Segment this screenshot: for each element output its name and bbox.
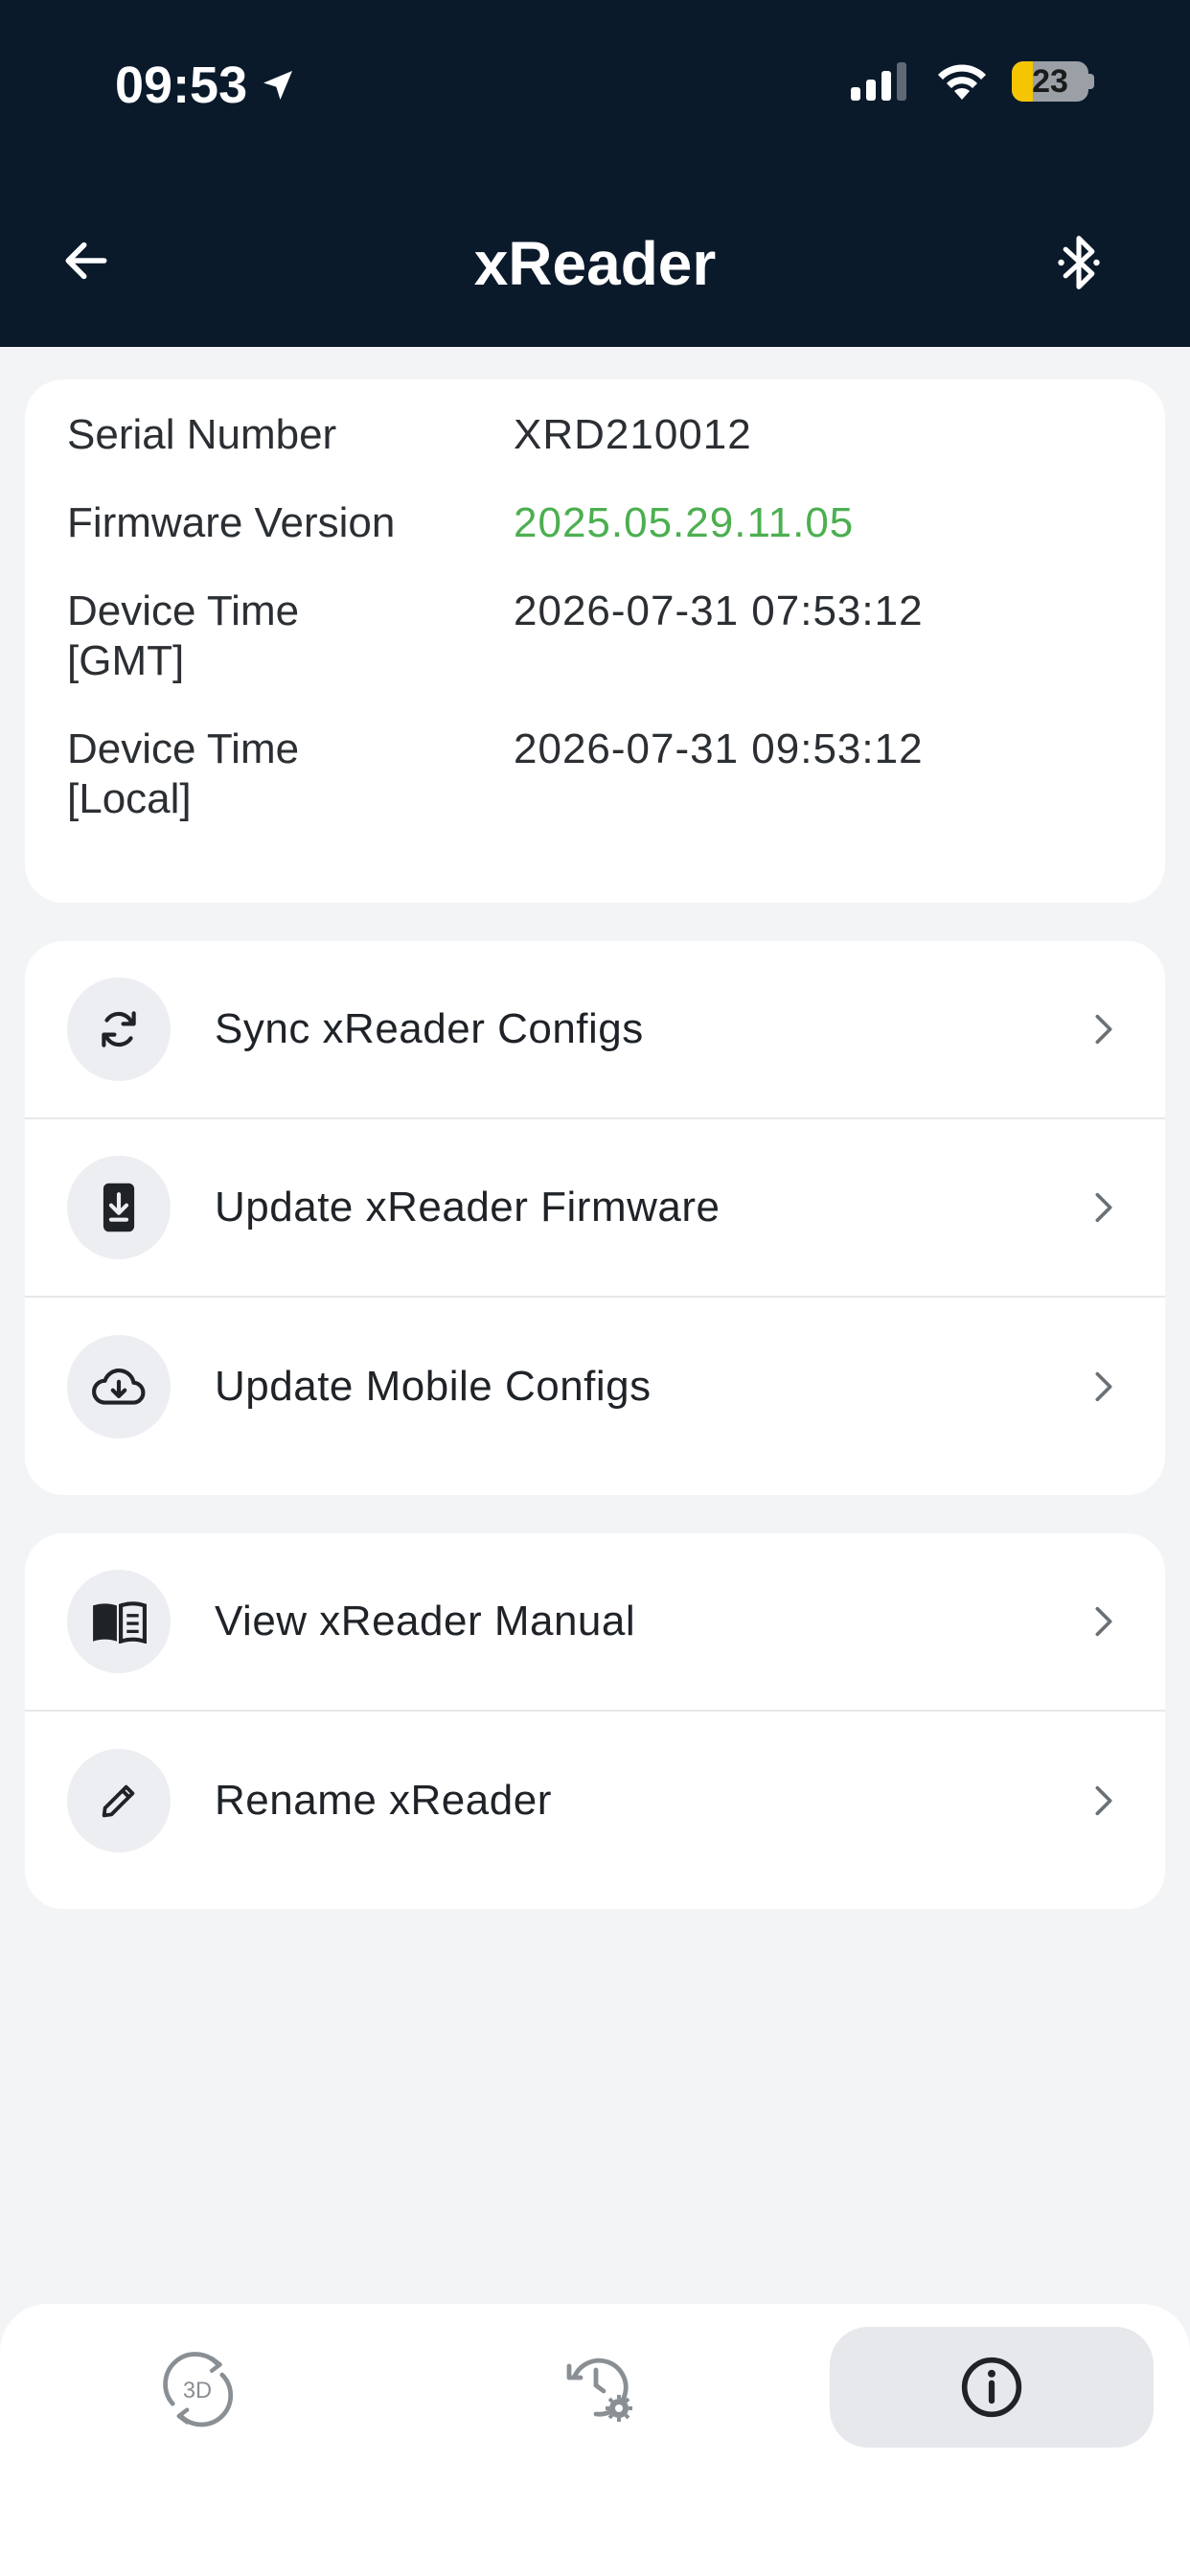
chevron-right-icon (1095, 1014, 1112, 1045)
device-download-icon (67, 1156, 171, 1259)
info-row-firmware: Firmware Version 2025.05.29.11.05 (67, 498, 1123, 548)
sync-configs-label: Sync xReader Configs (215, 1005, 644, 1052)
serial-number-label: Serial Number (67, 411, 337, 458)
3d-icon-text: 3D (183, 2379, 212, 2404)
update-firmware-item[interactable]: Update xReader Firmware (25, 1119, 1165, 1298)
update-mobile-configs-item[interactable]: Update Mobile Configs (25, 1298, 1165, 1476)
serial-number-value: XRD210012 (514, 411, 752, 458)
tab-info[interactable] (830, 2327, 1154, 2448)
pencil-icon (67, 1749, 171, 1852)
page-title: xReader (473, 229, 717, 298)
device-info-card: Serial Number XRD210012 Firmware Version… (25, 380, 1165, 903)
book-icon (67, 1570, 171, 1673)
chevron-right-icon (1095, 1371, 1112, 1402)
location-arrow-icon (263, 71, 293, 100)
device-actions-card: Sync xReader Configs Update xReader Firm… (25, 941, 1165, 1495)
rename-item[interactable]: Rename xReader (25, 1712, 1165, 1890)
device-time-local-label: Device Time [Local] (67, 725, 300, 822)
rename-label: Rename xReader (215, 1777, 552, 1824)
battery-icon: 23 (1012, 61, 1094, 102)
app-header: 09:53 23 xReader (0, 0, 1190, 347)
status-time: 09:53 (115, 56, 297, 115)
info-icon (961, 2357, 1022, 2418)
view-manual-label: View xReader Manual (215, 1598, 636, 1644)
chevron-right-icon (1095, 1785, 1112, 1816)
update-mobile-configs-label: Update Mobile Configs (215, 1363, 652, 1410)
chevron-right-icon (1095, 1192, 1112, 1223)
3d-rotate-icon: 3D (163, 2352, 234, 2427)
cloud-download-icon (67, 1335, 171, 1438)
firmware-version-value: 2025.05.29.11.05 (514, 499, 855, 546)
info-row-serial: Serial Number XRD210012 (67, 410, 1123, 460)
chevron-right-icon (1095, 1606, 1112, 1637)
sync-configs-item[interactable]: Sync xReader Configs (25, 941, 1165, 1119)
wifi-icon (938, 64, 986, 100)
tab-history-settings[interactable] (498, 2327, 701, 2448)
manual-rename-card: View xReader Manual Rename xReader (25, 1533, 1165, 1909)
battery-level: 23 (1032, 62, 1068, 100)
sync-icon (67, 978, 171, 1081)
status-time-text: 09:53 (115, 57, 248, 114)
cellular-signal-icon (851, 62, 906, 101)
history-settings-icon (566, 2358, 632, 2422)
device-time-gmt-value: 2026-07-31 07:53:12 (514, 587, 924, 634)
info-row-gmt: Device Time [GMT] 2026-07-31 07:53:12 (67, 586, 1123, 686)
device-time-local-value: 2026-07-31 09:53:12 (514, 725, 924, 772)
info-row-local: Device Time [Local] 2026-07-31 09:53:12 (67, 724, 1123, 824)
device-time-gmt-label: Device Time [GMT] (67, 587, 300, 684)
status-icons: 23 (851, 61, 1094, 102)
update-firmware-label: Update xReader Firmware (215, 1184, 721, 1230)
bottom-tab-bar: 3D (0, 2304, 1190, 2576)
view-manual-item[interactable]: View xReader Manual (25, 1533, 1165, 1712)
tab-3d[interactable]: 3D (96, 2327, 299, 2448)
bluetooth-icon[interactable] (1052, 234, 1106, 291)
firmware-version-label: Firmware Version (67, 499, 396, 546)
